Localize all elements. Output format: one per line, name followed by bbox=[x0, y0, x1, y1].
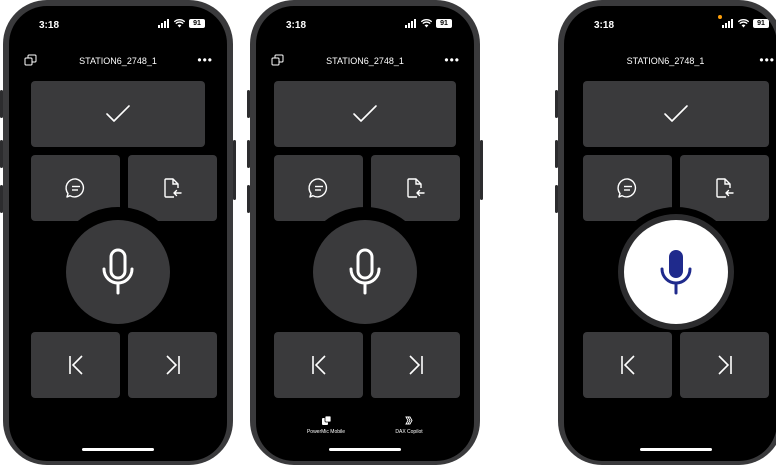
status-icons: 91 bbox=[158, 19, 205, 28]
checkmark-icon bbox=[353, 105, 377, 122]
header: STATION6_2748_1 ••• bbox=[9, 54, 227, 68]
document-transfer-icon bbox=[715, 178, 734, 198]
microphone-button[interactable] bbox=[313, 220, 417, 324]
header: STATION6_2748_1 ••• bbox=[256, 54, 474, 68]
tab-label: DAX Copilot bbox=[395, 429, 423, 435]
battery-icon: 91 bbox=[753, 19, 769, 28]
skip-forward-button[interactable] bbox=[371, 332, 460, 398]
bottom-tab-bar: PowerMic Mobile DAX Copilot bbox=[256, 416, 474, 446]
status-icons: 91 bbox=[722, 19, 769, 28]
skip-forward-button[interactable] bbox=[680, 332, 769, 398]
comment-icon bbox=[64, 178, 84, 198]
more-options-icon[interactable]: ••• bbox=[444, 54, 460, 66]
status-time: 3:18 bbox=[286, 20, 307, 31]
checkmark-icon bbox=[664, 105, 688, 122]
header: STATION6_2748_1 ••• bbox=[564, 54, 776, 68]
skip-back-button[interactable] bbox=[31, 332, 120, 398]
station-title: STATION6_2748_1 bbox=[79, 56, 157, 66]
powermic-icon bbox=[321, 416, 331, 425]
station-title: STATION6_2748_1 bbox=[626, 56, 705, 66]
home-indicator[interactable] bbox=[329, 448, 401, 451]
dax-copilot-icon bbox=[405, 416, 413, 425]
skip-forward-icon bbox=[717, 355, 732, 375]
tab-label: PowerMic Mobile bbox=[306, 429, 346, 435]
status-time: 3:18 bbox=[39, 20, 60, 31]
skip-back-icon bbox=[68, 355, 83, 375]
more-options-icon[interactable]: ••• bbox=[759, 54, 775, 66]
accept-button[interactable] bbox=[583, 81, 769, 147]
dynamic-island bbox=[636, 14, 705, 32]
wifi-icon bbox=[421, 19, 432, 28]
signal-icon bbox=[405, 19, 417, 28]
status-time: 3:18 bbox=[594, 20, 615, 31]
home-indicator[interactable] bbox=[82, 448, 154, 451]
phone-screen: 3:18 91 STATION6_2748_1 ••• bbox=[9, 6, 227, 461]
skip-forward-button[interactable] bbox=[128, 332, 217, 398]
microphone-icon bbox=[349, 248, 381, 295]
microphone-icon bbox=[660, 250, 692, 295]
battery-icon: 91 bbox=[436, 19, 452, 28]
skip-back-icon bbox=[311, 355, 326, 375]
skip-back-button[interactable] bbox=[274, 332, 363, 398]
comment-icon bbox=[616, 178, 636, 198]
more-options-icon[interactable]: ••• bbox=[197, 54, 213, 66]
phone-frame-1: 3:18 91 STATION6_2748_1 ••• bbox=[0, 0, 236, 465]
tab-dax-copilot[interactable]: DAX Copilot bbox=[369, 416, 449, 435]
skip-forward-icon bbox=[408, 355, 423, 375]
status-icons: 91 bbox=[405, 19, 452, 28]
microphone-button[interactable] bbox=[66, 220, 170, 324]
dynamic-island bbox=[84, 14, 152, 32]
checkmark-icon bbox=[106, 105, 130, 122]
phone-frame-3: 3:18 91 STATION6_2748_1 ••• bbox=[555, 0, 776, 465]
wifi-icon bbox=[738, 19, 749, 28]
wifi-icon bbox=[174, 19, 185, 28]
microphone-icon bbox=[102, 248, 134, 295]
tab-powermic-mobile[interactable]: PowerMic Mobile bbox=[286, 416, 366, 435]
comment-icon bbox=[307, 178, 327, 198]
skip-back-button[interactable] bbox=[583, 332, 672, 398]
microphone-button[interactable] bbox=[624, 220, 728, 324]
phone-screen: 3:18 91 STATION6_2748_1 ••• bbox=[256, 6, 474, 461]
home-indicator[interactable] bbox=[640, 448, 712, 451]
document-transfer-icon bbox=[406, 178, 425, 198]
phone-screen: 3:18 91 STATION6_2748_1 ••• bbox=[564, 6, 776, 461]
station-title: STATION6_2748_1 bbox=[326, 56, 404, 66]
dynamic-island bbox=[331, 14, 399, 32]
battery-icon: 91 bbox=[189, 19, 205, 28]
accept-button[interactable] bbox=[274, 81, 456, 147]
document-transfer-icon bbox=[163, 178, 182, 198]
accept-button[interactable] bbox=[31, 81, 205, 147]
signal-icon bbox=[722, 19, 734, 28]
skip-back-icon bbox=[620, 355, 635, 375]
signal-icon bbox=[158, 19, 170, 28]
phone-frame-2: 3:18 91 STATION6_2748_1 ••• PowerMic Mob… bbox=[247, 0, 483, 465]
skip-forward-icon bbox=[165, 355, 180, 375]
